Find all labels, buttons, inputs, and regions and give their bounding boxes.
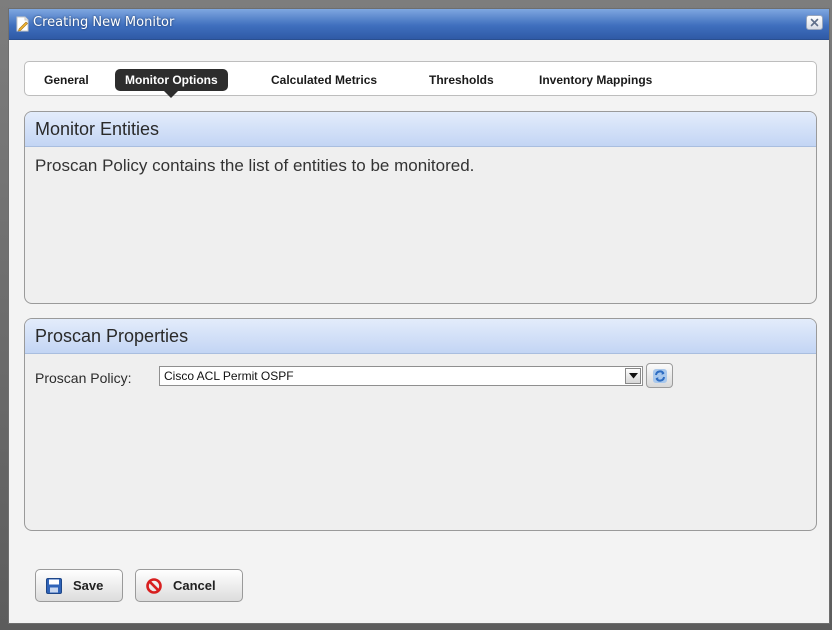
monitor-entities-body: Proscan Policy contains the list of enti… — [25, 147, 816, 185]
floppy-disk-icon — [46, 578, 62, 597]
proscan-policy-value: Cisco ACL Permit OSPF — [164, 369, 294, 383]
proscan-policy-select[interactable]: Cisco ACL Permit OSPF — [159, 366, 643, 386]
close-icon — [810, 18, 819, 27]
tab-label: Monitor Options — [125, 73, 218, 87]
proscan-properties-body: Proscan Policy: Cisco ACL Permit OSPF — [25, 354, 816, 400]
proscan-properties-header: Proscan Properties — [25, 319, 816, 354]
tab-label: General — [44, 73, 89, 87]
save-button[interactable]: Save — [35, 569, 123, 602]
dialog-title: Creating New Monitor — [33, 15, 175, 30]
dialog-titlebar[interactable]: Creating New Monitor — [9, 9, 829, 40]
tab-thresholds[interactable]: Thresholds — [429, 69, 494, 91]
proscan-properties-panel: Proscan Properties Proscan Policy: Cisco… — [24, 318, 817, 531]
proscan-policy-row: Proscan Policy: Cisco ACL Permit OSPF — [35, 363, 806, 391]
chevron-down-icon — [629, 373, 638, 379]
close-button[interactable] — [806, 15, 823, 30]
refresh-icon — [653, 369, 667, 383]
creating-new-monitor-dialog: Creating New Monitor General Monitor Opt… — [8, 8, 830, 624]
cancel-button[interactable]: Cancel — [135, 569, 243, 602]
cancel-button-label: Cancel — [173, 578, 216, 593]
cancel-icon — [146, 578, 162, 597]
tab-label: Thresholds — [429, 73, 494, 87]
tab-calculated-metrics[interactable]: Calculated Metrics — [271, 69, 377, 91]
monitor-entities-description: Proscan Policy contains the list of enti… — [35, 156, 475, 175]
dropdown-arrow-button[interactable] — [625, 368, 641, 384]
tab-label: Calculated Metrics — [271, 73, 378, 87]
edit-document-icon — [16, 16, 29, 32]
tab-bar: General Monitor Options Calculated Metri… — [24, 61, 817, 98]
active-tab-pointer — [164, 91, 179, 98]
tab-label: Inventory Mappings — [539, 73, 653, 87]
tab-inventory-mappings[interactable]: Inventory Mappings — [539, 69, 652, 91]
tab-monitor-options[interactable]: Monitor Options — [115, 69, 228, 98]
monitor-entities-header: Monitor Entities — [25, 112, 816, 147]
proscan-policy-label: Proscan Policy: — [35, 370, 132, 386]
monitor-entities-panel: Monitor Entities Proscan Policy contains… — [24, 111, 817, 304]
save-button-label: Save — [73, 578, 104, 593]
refresh-policy-button[interactable] — [646, 363, 673, 388]
tab-general[interactable]: General — [44, 69, 89, 91]
